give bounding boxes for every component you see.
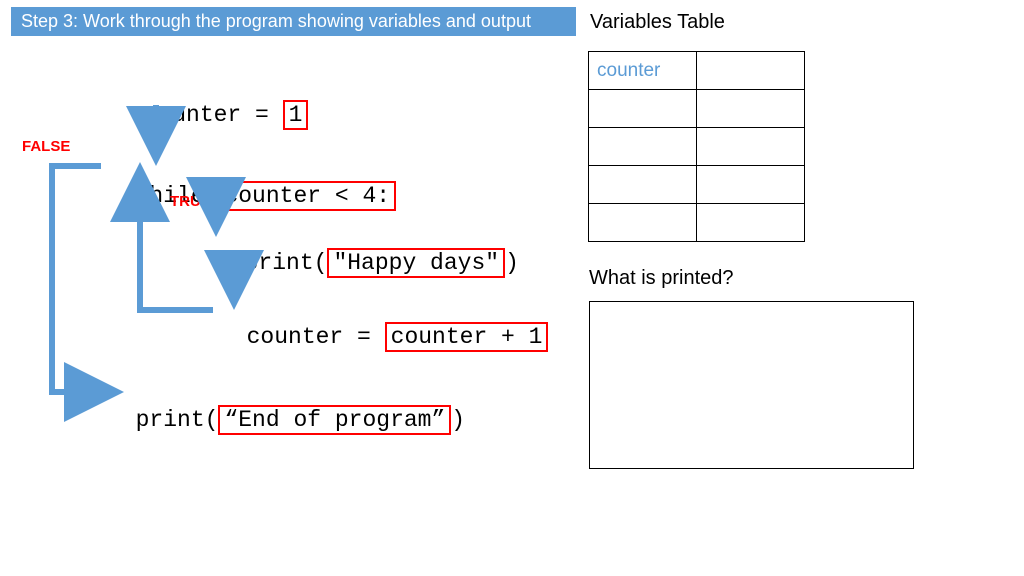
arrows-svg — [0, 0, 1024, 576]
